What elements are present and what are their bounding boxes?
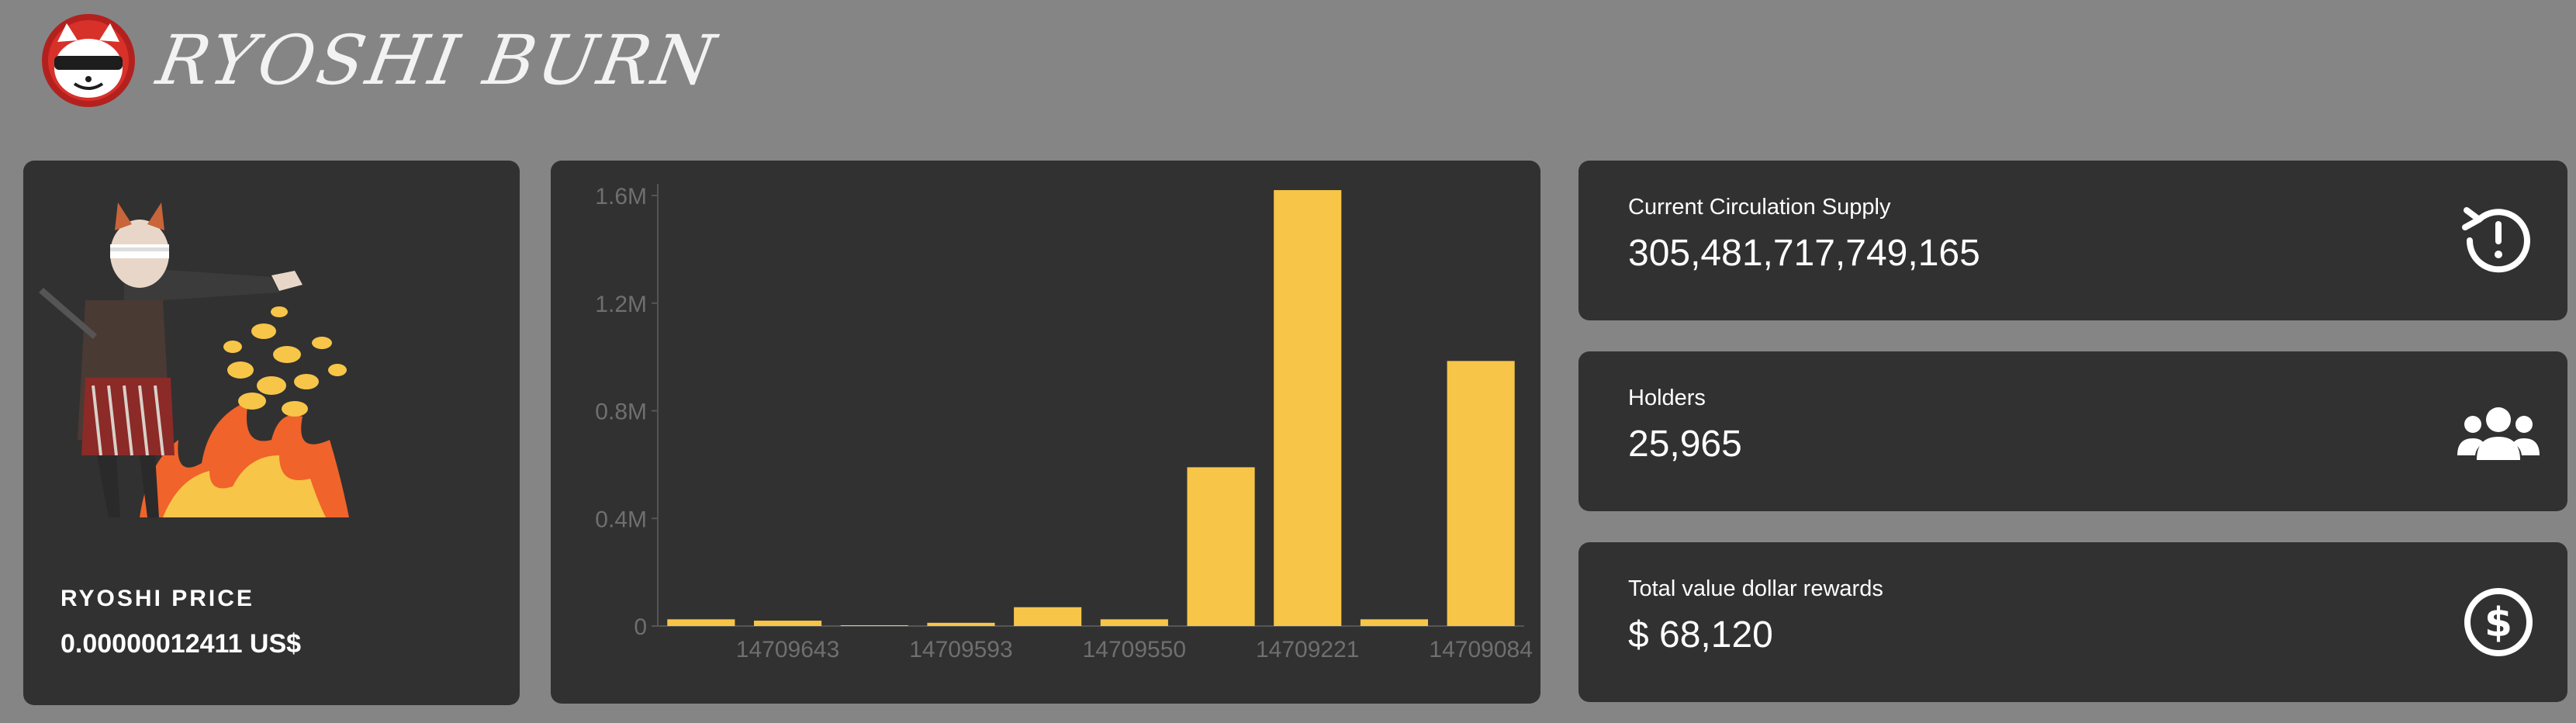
x-tick-label: 14709593 [909,637,1012,662]
x-tick-label: 14709084 [1429,637,1532,662]
chart-bar [1100,619,1168,626]
history-alert-icon [2462,207,2530,273]
chart-bar [1274,190,1342,626]
chart-bar [753,621,822,626]
rewards-card: Total value dollar rewards $ 68,120 $ [1578,542,2567,702]
chart-bar [667,619,735,626]
holders-value: 25,965 [1628,424,1742,465]
y-tick-label: 1.2M [595,292,647,317]
y-tick-label: 0.8M [595,400,647,425]
burn-chart-card: 0 0.4M 0.8M 1.2M 1.6M 14709643 14709593 1470955… [551,161,1540,704]
y-tick-label: 0 [634,614,647,640]
chart-bar [1014,607,1082,626]
x-tick-label: 14709221 [1256,637,1359,662]
users-icon [2457,407,2540,460]
chart-bar [1187,467,1255,626]
svg-text:$: $ [2484,600,2512,646]
supply-value: 305,481,717,749,165 [1628,233,1980,274]
rewards-value: $ 68,120 [1628,614,1773,656]
holders-label: Holders [1628,386,1706,410]
y-tick-label: 1.6M [595,184,647,209]
dollar-circle-icon: $ [2464,588,2533,656]
price-card: RYOSHI PRICE 0.00000012411 US$ [23,161,520,705]
x-tick-label: 14709643 [736,637,839,662]
price-title: RYOSHI PRICE [61,586,254,611]
chart-bar [1360,619,1429,626]
supply-card: Current Circulation Supply 305,481,717,7… [1578,161,2567,320]
header: RYOSHI BURN [40,12,724,109]
price-value: 0.00000012411 US$ [61,629,302,659]
burn-bar-chart: 0 0.4M 0.8M 1.2M 1.6M 14709643 14709593 1470955… [595,184,1533,662]
supply-label: Current Circulation Supply [1628,195,1891,220]
x-tick-label: 14709550 [1083,637,1186,662]
brand-title: RYOSHI BURN [151,20,724,100]
ryoshi-cat-logo-icon[interactable] [40,12,137,109]
chart-bar [840,624,908,626]
samurai-cat-illustration [39,202,349,517]
chart-bar [1447,361,1515,626]
rewards-label: Total value dollar rewards [1628,576,1883,601]
chart-bar [927,622,995,626]
y-tick-label: 0.4M [595,507,647,532]
holders-card: Holders 25,965 [1578,351,2567,511]
